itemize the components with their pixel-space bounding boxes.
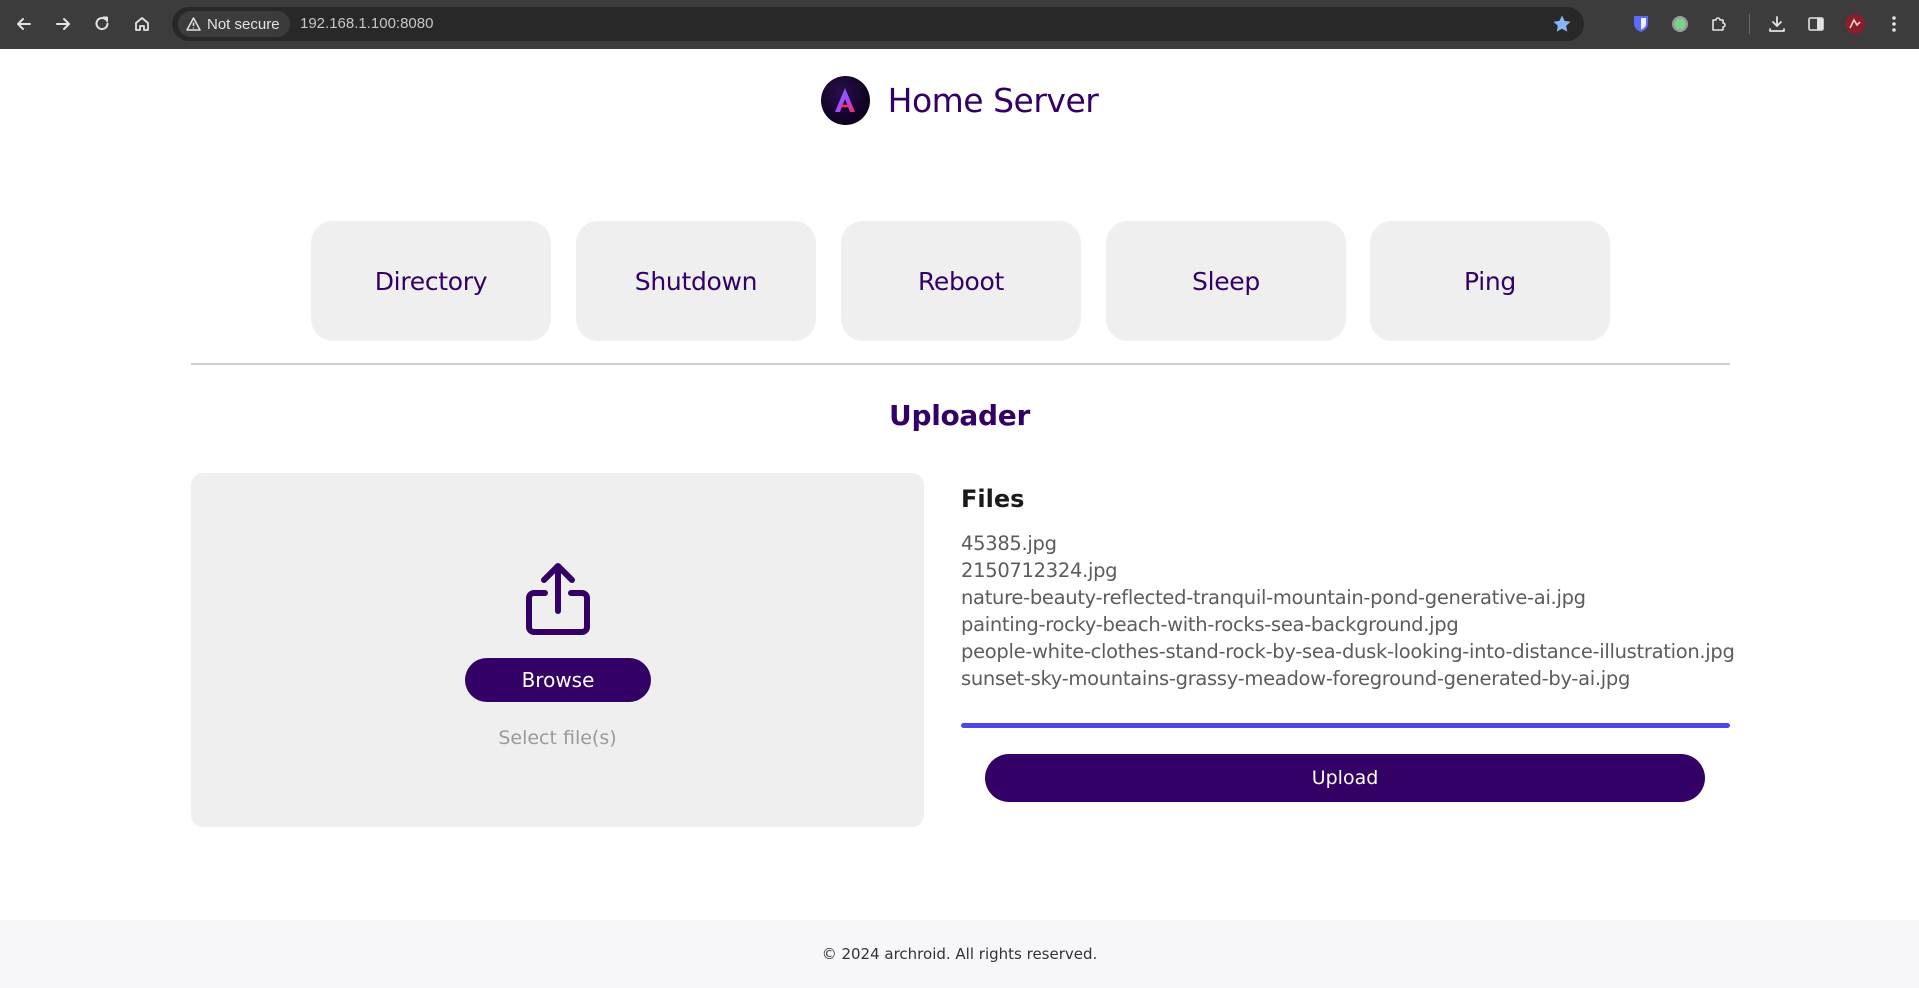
upload-share-icon — [517, 559, 599, 641]
extensions-puzzle-icon[interactable] — [1707, 12, 1731, 36]
security-label: Not secure — [207, 15, 280, 33]
footer: © 2024 archroid. All rights reserved. — [0, 920, 1919, 988]
bitwarden-extension-icon[interactable] — [1629, 12, 1653, 36]
profile-avatar-icon[interactable] — [1843, 12, 1867, 36]
logo-a-icon — [835, 88, 856, 112]
side-panel-icon[interactable] — [1804, 12, 1828, 36]
reload-icon[interactable] — [89, 11, 115, 37]
site-title: Home Server — [887, 80, 1099, 120]
file-item: people-white-clothes-stand-rock-by-sea-d… — [961, 640, 1735, 663]
file-item: sunset-sky-mountains-grassy-meadow-foreg… — [961, 667, 1631, 690]
upload-button[interactable]: Upload — [985, 754, 1705, 802]
toolbar-separator — [1749, 14, 1750, 34]
file-item: 45385.jpg — [961, 532, 1057, 555]
menu-kebab-icon[interactable] — [1882, 12, 1906, 36]
reboot-button[interactable]: Reboot — [841, 221, 1081, 341]
warning-icon — [186, 17, 201, 31]
forward-icon[interactable] — [50, 11, 76, 37]
select-files-text: Select file(s) — [498, 727, 617, 749]
sleep-button[interactable]: Sleep — [1106, 221, 1346, 341]
uploader-title: Uploader — [889, 399, 1030, 432]
address-bar[interactable]: Not secure 192.168.1.100:8080 — [172, 7, 1584, 41]
download-icon[interactable] — [1765, 12, 1789, 36]
logo[interactable] — [820, 75, 870, 125]
browser-toolbar: Not secure 192.168.1.100:8080 — [0, 0, 1919, 49]
file-item: painting-rocky-beach-with-rocks-sea-back… — [961, 613, 1459, 636]
ping-button[interactable]: Ping — [1370, 221, 1610, 341]
drop-zone[interactable]: Browse Select file(s) — [191, 473, 924, 827]
files-heading: Files — [961, 485, 1025, 513]
site-header: Home Server — [0, 49, 1919, 151]
file-item: nature-beauty-reflected-tranquil-mountai… — [961, 586, 1586, 609]
status-extension-icon[interactable] — [1668, 12, 1692, 36]
copyright-text: © 2024 archroid. All rights reserved. — [821, 945, 1098, 963]
security-chip[interactable]: Not secure — [178, 11, 290, 37]
home-icon[interactable] — [129, 11, 155, 37]
bookmark-star-icon[interactable] — [1552, 14, 1572, 34]
back-icon[interactable] — [11, 11, 37, 37]
divider — [191, 363, 1730, 365]
url-text[interactable]: 192.168.1.100:8080 — [300, 15, 433, 32]
file-item: 2150712324.jpg — [961, 559, 1118, 582]
file-list: 45385.jpg 2150712324.jpg nature-beauty-r… — [961, 530, 1735, 692]
browse-button[interactable]: Browse — [465, 658, 651, 702]
shutdown-button[interactable]: Shutdown — [576, 221, 816, 341]
directory-button[interactable]: Directory — [311, 221, 551, 341]
upload-progress-bar — [961, 723, 1730, 728]
upload-progress-fill — [961, 723, 1730, 728]
